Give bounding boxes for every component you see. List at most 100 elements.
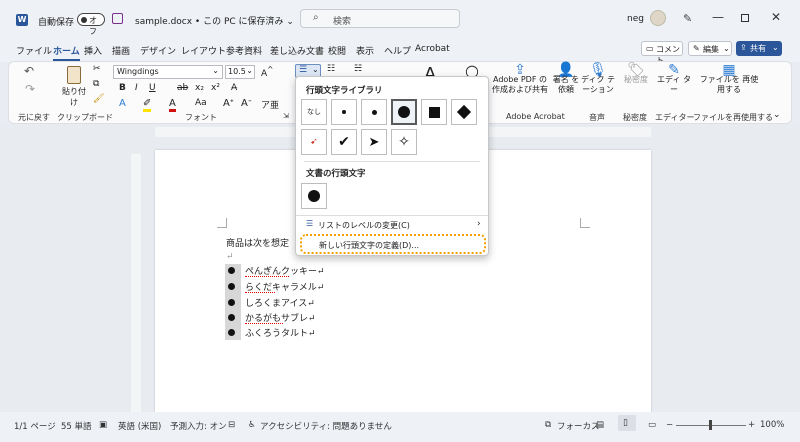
list-item[interactable]: ふくろうタルト↵ (245, 326, 316, 339)
dictation-button[interactable]: 🎙 ディク テーション (581, 63, 615, 95)
highlight-icon[interactable]: ✐ (143, 98, 152, 112)
tab-review[interactable]: 校閲 (328, 44, 346, 57)
bullet-color-arrow-option[interactable]: ➹ (301, 129, 327, 155)
intro-line: 商品は次を想定 (226, 239, 290, 249)
macro-icon[interactable]: ⊟ (228, 420, 235, 430)
tab-file[interactable]: ファイル (16, 44, 52, 57)
page-count[interactable]: 1/1 ページ (14, 420, 56, 432)
adobe-pdf-button[interactable]: ⇪ Adobe PDF の 作成および共有 (489, 63, 551, 95)
tab-design[interactable]: デザイン (140, 44, 176, 57)
tab-insert[interactable]: 挿入 (84, 44, 102, 57)
sensitivity-button[interactable]: 🏷 秘密度 (619, 63, 653, 85)
bullet-square-option[interactable] (421, 99, 447, 125)
zoom-out-icon[interactable]: − (666, 420, 673, 430)
sign-request-button[interactable]: 👤 署名 を依頼 (549, 63, 583, 95)
strikethrough-icon[interactable]: ab (177, 83, 188, 93)
share-button[interactable]: ⇪ 共有 ⌄ (736, 41, 782, 56)
pen-icon[interactable]: ✎ (683, 12, 692, 25)
bullet-none-option[interactable]: なし (301, 99, 327, 125)
superscript-icon[interactable]: x² (211, 83, 220, 93)
tab-layout[interactable]: レイアウト (181, 44, 226, 57)
maximize-icon[interactable] (741, 14, 749, 22)
shrink-font-icon[interactable]: Aᐨ (241, 98, 252, 109)
clipboard-group-label: クリップボード (57, 113, 113, 122)
tab-draw[interactable]: 描画 (112, 44, 130, 57)
editor-label: エディ ター (657, 75, 691, 94)
underline-icon[interactable]: U (149, 83, 156, 93)
document-bullet-option[interactable] (301, 183, 327, 209)
language[interactable]: 英語 (米国) (118, 420, 161, 432)
minimize-icon[interactable]: — (712, 10, 724, 24)
word-count[interactable]: 55 単語 (61, 420, 92, 432)
read-mode-icon[interactable]: ▤ (596, 420, 604, 430)
focus-icon[interactable]: ⧉ (545, 420, 551, 430)
close-icon[interactable]: ✕ (771, 10, 781, 24)
tab-mailings[interactable]: 差し込み文書 (270, 44, 324, 57)
format-painter-icon[interactable]: 🖌 (93, 94, 104, 104)
change-list-level-label: リストのレベルの変更(C) (318, 221, 410, 230)
font-dialog-launcher-icon[interactable]: ⇲ (283, 112, 289, 120)
tab-acrobat[interactable]: Acrobat (415, 44, 450, 54)
bullet-large-circle-option[interactable] (391, 99, 417, 125)
bullet-marker (228, 267, 235, 274)
text-effect-icon[interactable]: A (119, 98, 126, 109)
numbering-icon[interactable]: ☷ (327, 64, 335, 74)
clear-format-icon[interactable]: A̶ (231, 83, 237, 93)
proofing-icon[interactable]: ▣ (99, 420, 107, 430)
editor-icon: ✎ (668, 62, 680, 78)
subscript-icon[interactable]: x₂ (195, 83, 204, 93)
undo-icon[interactable]: ↶ (24, 64, 34, 78)
tab-references[interactable]: 参考資料 (226, 44, 262, 57)
list-item[interactable]: しろくまアイス↵ (245, 296, 315, 309)
change-case-icon[interactable]: Aa (195, 98, 207, 108)
tab-home[interactable]: ホーム (53, 44, 80, 61)
search-box[interactable]: ⌕ 検索 (300, 9, 460, 28)
font-name-select[interactable]: Wingdings ⌄ (113, 65, 223, 79)
zoom-level[interactable]: 100% (760, 420, 784, 430)
text-predictions[interactable]: 予測入力: オン (170, 420, 227, 432)
grow-font-icon[interactable]: A^ (261, 65, 273, 79)
focus-mode[interactable]: フォーカス (557, 420, 600, 432)
ribbon-collapse-icon[interactable]: ⌄ (773, 110, 781, 120)
zoom-in-icon[interactable]: + (748, 420, 755, 430)
save-icon[interactable] (112, 13, 123, 24)
bullet-small-dot-option[interactable] (331, 99, 357, 125)
change-list-level-item[interactable]: ☰ リストのレベルの変更(C) › (296, 218, 488, 234)
print-layout-button[interactable]: ▯ (618, 415, 636, 431)
web-layout-icon[interactable]: ▭ (648, 420, 656, 430)
phonetic-icon[interactable]: ア亜 (261, 98, 279, 111)
zoom-slider[interactable] (676, 420, 746, 430)
font-size-select[interactable]: 10.5 ⌄ (225, 65, 255, 79)
bullet-check-option[interactable]: ✔ (331, 129, 357, 155)
font-color-icon[interactable]: A (169, 98, 176, 112)
tab-view[interactable]: 表示 (356, 44, 374, 57)
zoom-slider-thumb[interactable] (709, 420, 712, 430)
accessibility-icon[interactable]: ♿ (248, 420, 256, 430)
bold-icon[interactable]: B (119, 83, 126, 93)
paste-button[interactable]: 貼り付け (59, 66, 89, 107)
define-new-bullet-item[interactable]: 新しい行頭文字の定義(D)... (300, 234, 486, 254)
autosave-toggle[interactable]: オフ (77, 13, 105, 36)
cut-icon[interactable]: ✂ (93, 64, 101, 74)
enlarge-font-icon[interactable]: Aᐩ (223, 98, 234, 109)
user-name[interactable]: neg (627, 14, 644, 24)
reuse-file-button[interactable]: ▦ ファイルを 再使用する (697, 63, 761, 95)
comment-button[interactable]: ▭ コメント (641, 41, 683, 65)
tab-help[interactable]: ヘルプ (384, 44, 411, 57)
bullet-star-option[interactable]: ✧ (391, 129, 417, 155)
bullet-diamond-option[interactable] (451, 99, 477, 125)
italic-icon[interactable]: I (135, 83, 138, 93)
avatar[interactable] (650, 10, 666, 26)
bullet-dot-option[interactable] (361, 99, 387, 125)
diamond-icon (456, 104, 472, 120)
redo-icon[interactable]: ↷ (25, 82, 35, 96)
voice-group-label: 音声 (589, 113, 605, 122)
accessibility-status[interactable]: アクセシビリティ: 問題ありません (260, 420, 392, 432)
editor-button[interactable]: ✎ エディ ター (657, 62, 691, 95)
document-title[interactable]: sample.docx • この PC に保存済み ⌄ (135, 14, 294, 27)
multilevel-icon[interactable]: ☵ (354, 64, 362, 74)
adobe-group-label: Adobe Acrobat (506, 112, 565, 121)
copy-icon[interactable]: ⧉ (93, 79, 99, 89)
bullet-arrowhead-option[interactable]: ➤ (361, 129, 387, 155)
edit-button[interactable]: ✎ 編集 ⌄ (688, 41, 732, 56)
